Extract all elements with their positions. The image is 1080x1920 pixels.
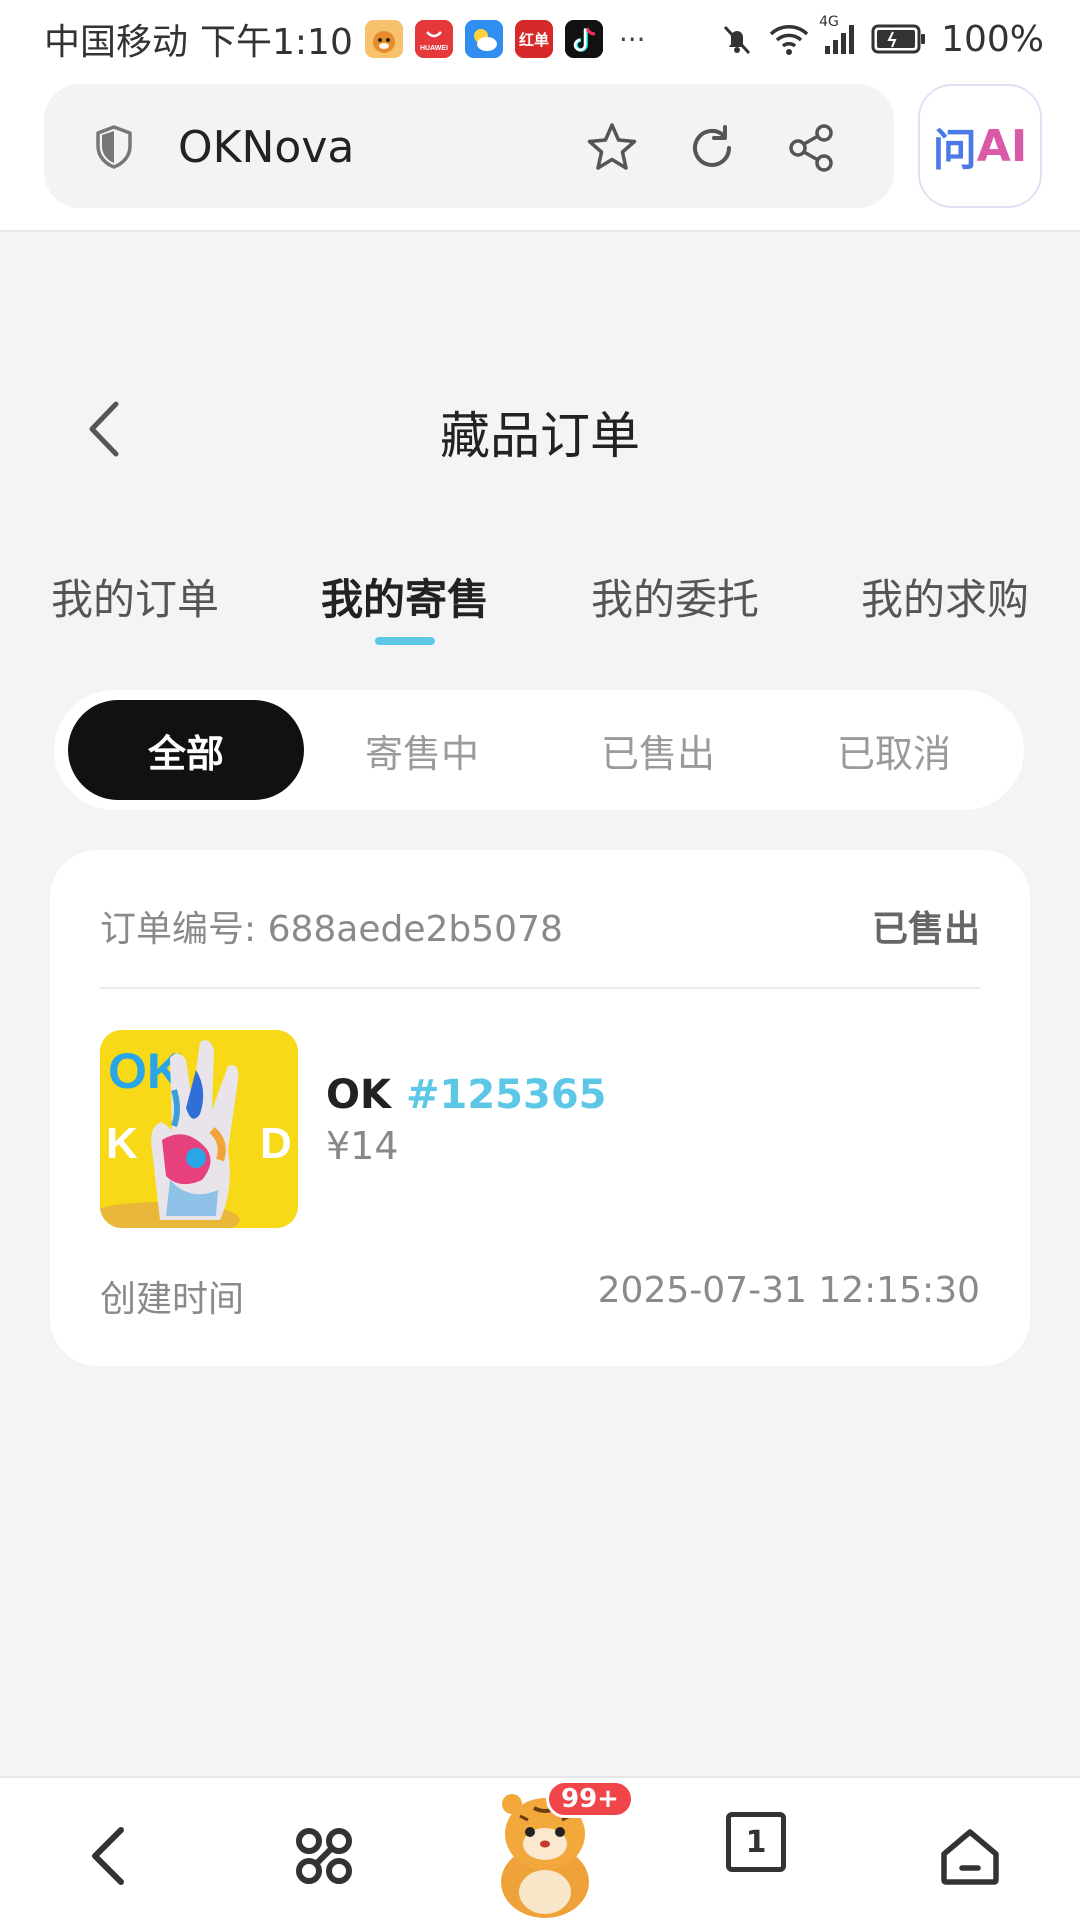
battery-percentage: 100% [941,18,1044,60]
order-number: 订单编号: 688aede2b5078 [100,900,563,952]
browser-bottom-nav [0,1776,1080,1920]
more-notifications-icon: ··· [618,22,646,56]
browser-toolbar: OKNova 问 AI [0,78,1080,232]
active-tab-indicator [375,637,435,645]
refresh-icon[interactable] [684,120,740,176]
url-text[interactable]: OKNova [178,122,354,173]
wifi-icon [769,22,809,56]
order-status-badge: 已售出 [871,909,980,950]
tab-count-button[interactable]: 1 [726,1812,786,1872]
filter-on-consignment[interactable]: 寄售中 [304,700,540,800]
card-divider [100,987,980,989]
hamster-app-icon [364,20,403,58]
share-icon[interactable] [784,120,840,176]
order-tabs: 我的订单 我的寄售 我的委托 我的求购 [0,566,1080,656]
clock: 下午1:10 [200,22,353,63]
home-icon[interactable] [930,1816,1010,1896]
ask-ai-prefix: 问 [932,125,977,176]
item-thumbnail[interactable]: OK K D [100,1030,298,1228]
tab-my-orders[interactable]: 我的订单 [30,566,240,627]
network-type: 4G [819,14,839,30]
order-card[interactable]: 订单编号: 688aede2b5078 已售出 OK K D OK #12536… [50,850,1030,1366]
svg-text:D: D [260,1119,292,1168]
weather-icon [464,20,503,58]
carrier-name: 中国移动 [44,22,189,63]
status-right: 4G 100% [719,14,1044,60]
page-title: 藏品订单 [440,407,640,465]
item-token-id: #125365 [406,1072,607,1118]
order-number-value: 688aede2b5078 [267,909,563,950]
svg-text:红单: 红单 [519,31,549,49]
item-name: OK [326,1072,391,1118]
bookmark-star-icon[interactable] [584,120,640,176]
order-number-label: 订单编号: [100,909,257,950]
status-left: 中国移动 下午1:10 HUAWEI 红单 ··· [44,13,646,65]
status-bar: 中国移动 下午1:10 HUAWEI 红单 ··· 4G 100% [0,0,1080,78]
ask-ai-suffix: AI [976,120,1028,172]
tiktok-icon [564,20,603,58]
status-filter: 全部 寄售中 已售出 已取消 [54,690,1024,810]
created-time-label: 创建时间 [100,1279,245,1320]
hongdan-app-icon: 红单 [514,20,553,58]
tab-my-consignment[interactable]: 我的寄售 [300,566,510,627]
shield-icon[interactable] [94,124,134,174]
filter-sold[interactable]: 已售出 [540,700,776,800]
filter-cancelled[interactable]: 已取消 [776,700,1012,800]
filter-all[interactable]: 全部 [68,700,304,800]
address-bar[interactable]: OKNova [44,84,894,208]
nav-back-icon[interactable] [68,1816,148,1896]
created-time-value: 2025-07-31 12:15:30 [597,1270,980,1311]
svg-text:K: K [106,1119,138,1168]
tab-my-commission[interactable]: 我的委托 [570,566,780,627]
ask-ai-button[interactable]: 问 AI [918,84,1042,208]
cellular-signal-icon: 4G [819,14,857,56]
item-price: ¥14 [326,1124,399,1168]
tab-my-purchase-request[interactable]: 我的求购 [840,566,1050,627]
huawei-appgallery-icon: HUAWEI [414,20,453,58]
battery-icon [871,24,927,54]
mute-bell-icon [719,21,755,57]
svg-text:HUAWEI: HUAWEI [420,45,448,52]
notification-badge: 99+ [546,1780,634,1818]
menu-grid-icon[interactable] [284,1816,364,1896]
